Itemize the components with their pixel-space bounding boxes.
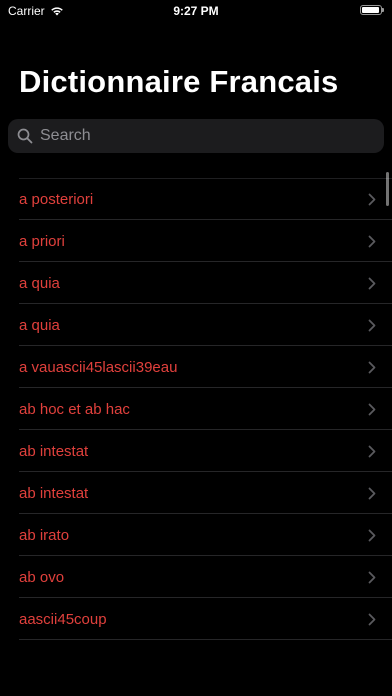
list-item-label: a quia (19, 274, 60, 292)
list-item-label: a quia (19, 316, 60, 334)
list-item[interactable]: ab intestat (0, 472, 392, 514)
list-item-label: ab intestat (19, 484, 89, 502)
list-item[interactable]: a vauascii45lascii39eau (0, 346, 392, 388)
chevron-right-icon (368, 445, 376, 458)
search-bar[interactable] (8, 119, 384, 153)
list-item[interactable]: aascii45coup (0, 598, 392, 640)
word-list: a posteriori a priori a quia a quia a va… (0, 178, 392, 640)
list-item-label: ab irato (19, 526, 70, 544)
list-item-label: a priori (19, 232, 65, 250)
list-item[interactable]: a posteriori (0, 178, 392, 220)
chevron-right-icon (368, 487, 376, 500)
list-item-label: ab ovo (19, 568, 65, 586)
chevron-right-icon (368, 193, 376, 206)
list-item-label: aascii45coup (19, 610, 107, 628)
list-item[interactable]: a quia (0, 262, 392, 304)
list-item[interactable]: ab hoc et ab hac (0, 388, 392, 430)
list-item[interactable]: a priori (0, 220, 392, 262)
list-item-label: a posteriori (19, 190, 94, 208)
status-time: 9:27 PM (173, 4, 219, 18)
chevron-right-icon (368, 235, 376, 248)
battery-cap (382, 8, 384, 12)
status-bar: Carrier 9:27 PM (0, 0, 392, 22)
chevron-right-icon (368, 613, 376, 626)
search-input[interactable] (40, 127, 360, 145)
battery-fill (362, 7, 379, 13)
chevron-right-icon (368, 529, 376, 542)
chevron-right-icon (368, 361, 376, 374)
scroll-indicator[interactable] (386, 172, 389, 206)
list-item-label: a vauascii45lascii39eau (19, 358, 178, 376)
chevron-right-icon (368, 571, 376, 584)
battery-icon (360, 5, 384, 15)
chevron-right-icon (368, 277, 376, 290)
list-item[interactable]: ab intestat (0, 430, 392, 472)
page-title: Dictionnaire Francais (19, 64, 339, 99)
chevron-right-icon (368, 403, 376, 416)
list-item[interactable]: ab ovo (0, 556, 392, 598)
list-item[interactable]: ab irato (0, 514, 392, 556)
chevron-right-icon (368, 319, 376, 332)
list-item-label: ab hoc et ab hac (19, 400, 130, 418)
list-item[interactable]: a quia (0, 304, 392, 346)
list-item-label: ab intestat (19, 442, 89, 460)
search-icon (16, 127, 34, 145)
